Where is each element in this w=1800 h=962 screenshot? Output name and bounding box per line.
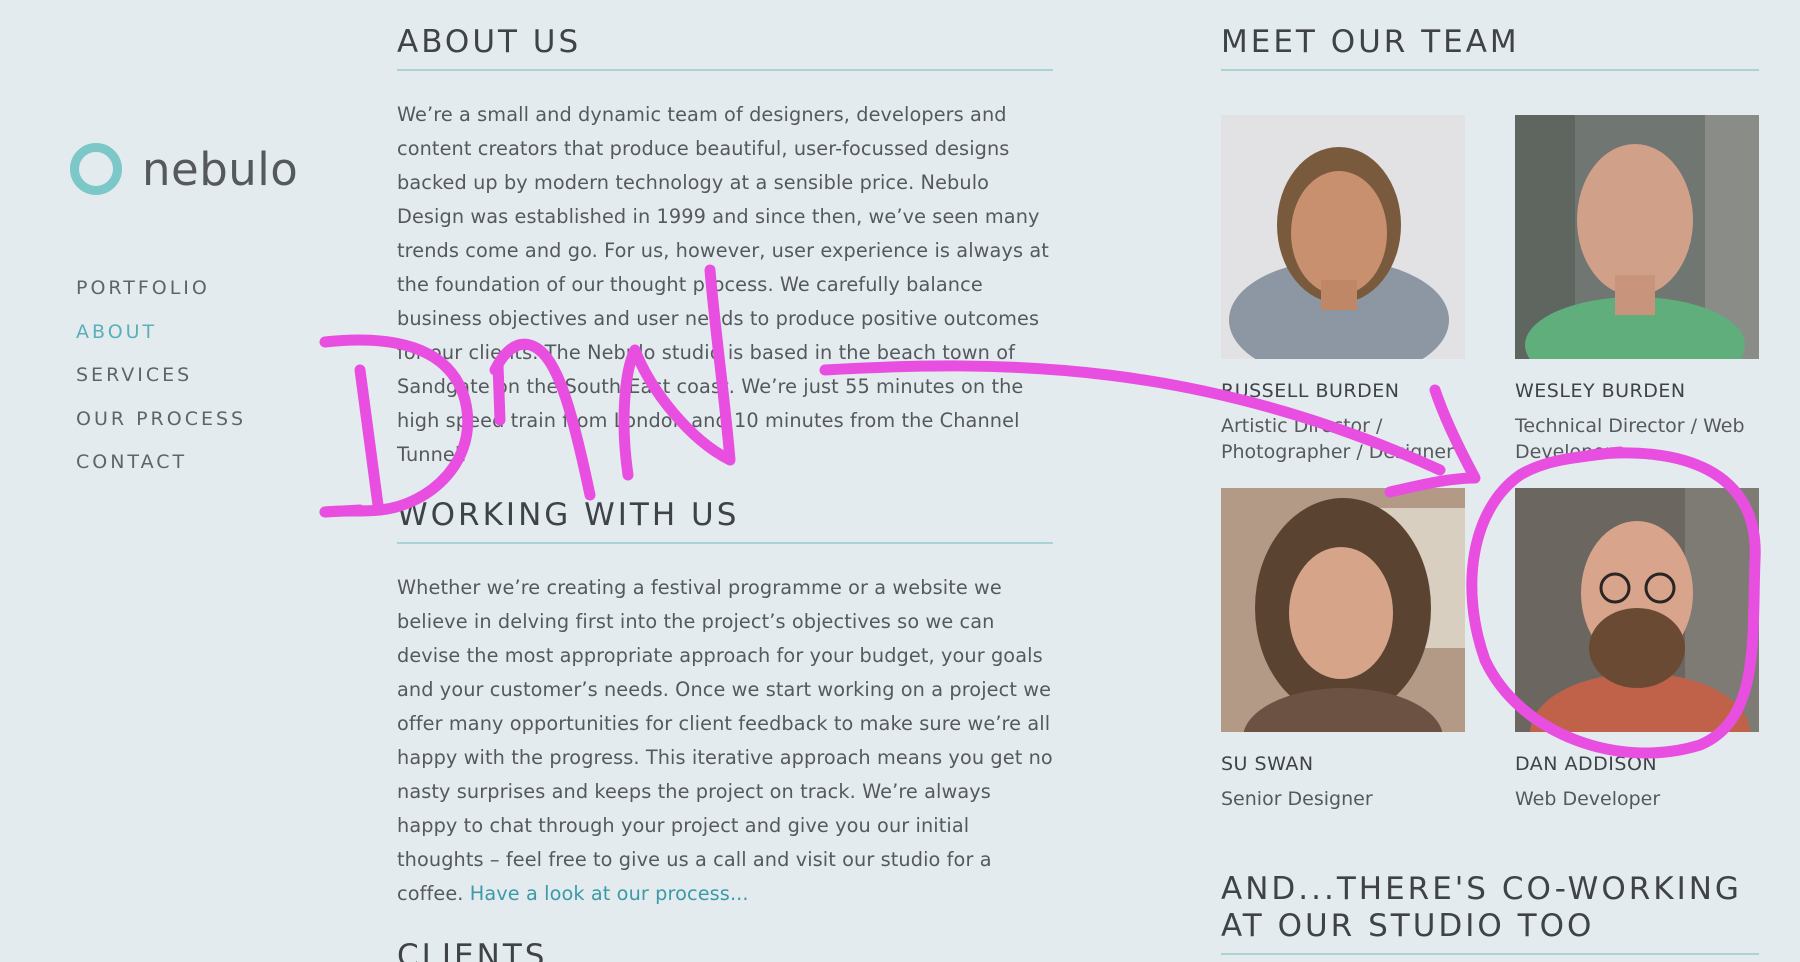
brand-name: nebulo (142, 142, 299, 196)
team-heading: MEET OUR TEAM (1221, 24, 1759, 72)
nav-item-portfolio[interactable]: PORTFOLIO (76, 276, 246, 320)
team-member-wesley: WESLEY BURDEN Technical Director / Web D… (1515, 115, 1759, 465)
nav-item-services[interactable]: SERVICES (76, 363, 246, 407)
russell-photo (1221, 115, 1465, 359)
about-heading: ABOUT US (397, 24, 1053, 72)
member-name: WESLEY BURDEN (1515, 380, 1686, 402)
process-link[interactable]: Have a look at our process... (470, 882, 749, 905)
coworking-heading: AND...THERE'S CO-WORKING AT OUR STUDIO T… (1221, 871, 1759, 955)
dan-photo (1515, 488, 1759, 732)
member-role: Technical Director / Web Developer (1515, 415, 1745, 463)
team-member-russell: RUSSELL BURDEN Artistic Director / Photo… (1221, 115, 1465, 465)
logo-ring-icon (70, 143, 122, 195)
clients-heading: CLIENTS (397, 938, 548, 962)
member-name: DAN ADDISON (1515, 753, 1658, 775)
wesley-photo (1515, 115, 1759, 359)
brand-logo[interactable]: nebulo (70, 143, 298, 195)
member-name: RUSSELL BURDEN (1221, 380, 1400, 402)
working-heading: WORKING WITH US (397, 497, 1053, 545)
nav-item-contact[interactable]: CONTACT (76, 450, 246, 494)
team-member-su: SU SWAN Senior Designer (1221, 488, 1465, 812)
su-photo (1221, 488, 1465, 732)
main-nav: PORTFOLIO ABOUT SERVICES OUR PROCESS CON… (76, 276, 246, 494)
member-role: Senior Designer (1221, 788, 1373, 810)
working-body: Whether we’re creating a festival progra… (397, 576, 1053, 905)
about-paragraph: We’re a small and dynamic team of design… (397, 103, 1049, 466)
member-role: Web Developer (1515, 788, 1661, 810)
member-role: Artistic Director / Photographer / Desig… (1221, 415, 1454, 463)
nav-item-about[interactable]: ABOUT (76, 320, 246, 364)
nav-item-our-process[interactable]: OUR PROCESS (76, 407, 246, 451)
working-paragraph: Whether we’re creating a festival progra… (397, 571, 1053, 911)
team-member-dan: DAN ADDISON Web Developer (1515, 488, 1759, 812)
member-name: SU SWAN (1221, 753, 1314, 775)
